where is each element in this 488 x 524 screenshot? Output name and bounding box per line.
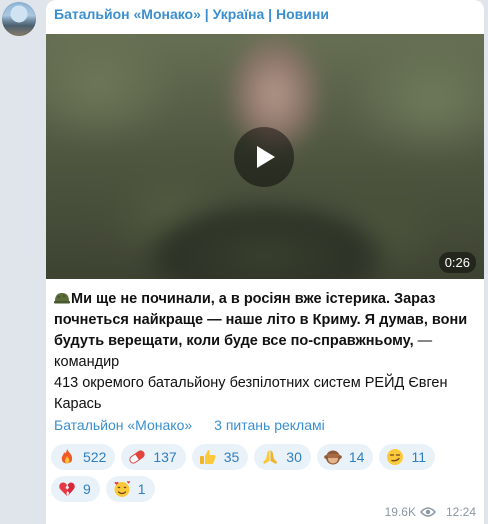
post-bold-line-3: будуть верещати, коли буде все по-справж… xyxy=(54,333,414,349)
see-no-evil-monkey-icon xyxy=(324,450,342,465)
reaction-smiling-hearts[interactable]: 1 xyxy=(105,476,155,502)
reaction-pill[interactable]: 137 xyxy=(121,444,186,470)
reaction-count: 11 xyxy=(411,449,426,465)
reaction-praying-hands[interactable]: 30 xyxy=(254,444,311,470)
reactions-bar: 522 137 35 30 14 11 9 1 xyxy=(51,444,471,508)
post-links: Батальйон «Монако» 3 питань рекламі xyxy=(54,417,325,433)
helmet-icon xyxy=(54,293,70,304)
post-line-5: Карась xyxy=(54,396,102,412)
reaction-count: 30 xyxy=(286,449,302,465)
avatar-ring xyxy=(2,2,36,36)
reaction-count: 9 xyxy=(83,481,91,497)
message-meta: 19.6K 12:24 xyxy=(385,505,476,519)
reaction-count: 35 xyxy=(223,449,240,465)
views-count: 19.6K xyxy=(384,505,416,519)
eye-icon xyxy=(419,507,436,517)
smiling-hearts-face-icon xyxy=(114,481,130,497)
ads-link[interactable]: 3 питань рекламі xyxy=(214,417,325,433)
reaction-count: 1 xyxy=(137,481,146,497)
post-bold-line-2: почнеться найкраще — наше літо в Криму. … xyxy=(54,312,468,328)
post-bold-line-1: Ми ще не починали, а в росіян вже істери… xyxy=(71,291,436,307)
play-button[interactable] xyxy=(234,127,294,187)
reaction-smirk[interactable]: 11 xyxy=(379,444,435,470)
post-text: Ми ще не починали, а в росіян вже істери… xyxy=(54,289,474,415)
post-line-4: 413 окремого батальйону безпілотних сист… xyxy=(54,375,448,391)
channel-avatar[interactable] xyxy=(2,2,36,36)
thumbs-up-icon xyxy=(199,450,216,464)
broken-heart-icon xyxy=(59,482,75,496)
smirk-face-icon xyxy=(387,449,404,465)
video-duration: 0:26 xyxy=(438,252,476,273)
reaction-see-no-evil[interactable]: 14 xyxy=(316,444,374,470)
reaction-thumbs-up[interactable]: 35 xyxy=(191,444,249,470)
reaction-broken-heart[interactable]: 9 xyxy=(51,476,100,502)
reactions-row-2: 9 1 xyxy=(51,476,471,502)
reaction-count: 137 xyxy=(153,449,177,465)
praying-hands-icon xyxy=(263,450,278,464)
reaction-count: 522 xyxy=(83,449,107,465)
reactions-row-1: 522 137 35 30 14 11 xyxy=(51,444,471,470)
channel-title[interactable]: Батальйон «Монако» | Україна | Новини xyxy=(54,6,329,22)
play-icon xyxy=(257,146,275,168)
message-bubble: Батальйон «Монако» | Україна | Новини 0:… xyxy=(46,0,484,524)
reaction-fire[interactable]: 522 xyxy=(51,444,116,470)
reaction-count: 14 xyxy=(348,449,365,465)
message-time: 12:24 xyxy=(445,505,476,519)
channel-link[interactable]: Батальйон «Монако» xyxy=(54,417,192,433)
fire-icon xyxy=(61,449,73,464)
video-player[interactable]: 0:26 xyxy=(46,34,484,279)
pill-icon xyxy=(129,450,146,464)
